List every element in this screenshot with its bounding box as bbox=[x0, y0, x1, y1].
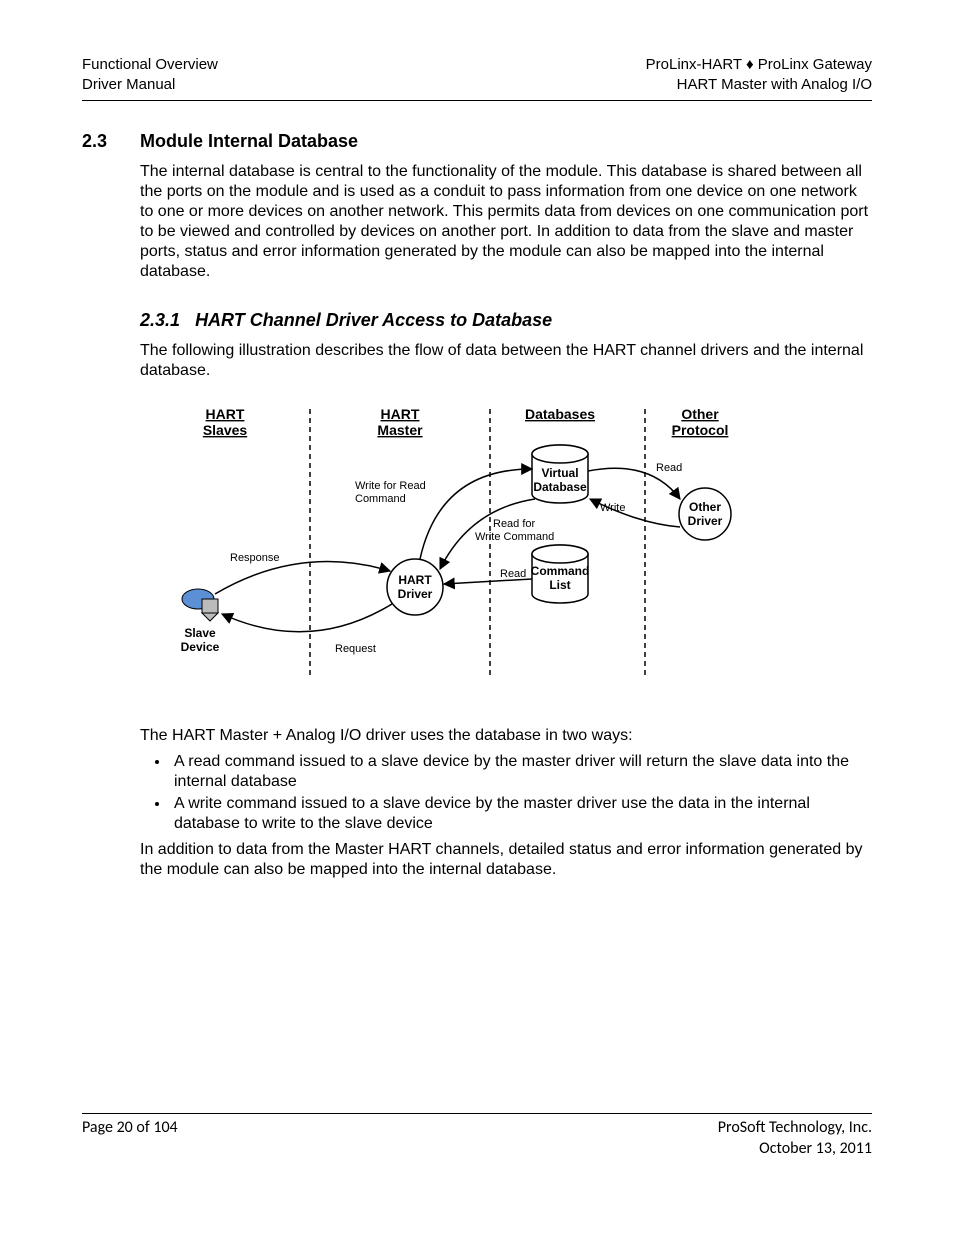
header-left-bottom: Driver Manual bbox=[82, 75, 218, 95]
label-write-for-read-bot: Command bbox=[355, 493, 406, 505]
svg-text:Driver: Driver bbox=[398, 587, 433, 601]
header-right-bottom: HART Master with Analog I/O bbox=[646, 75, 872, 95]
svg-text:HART: HART bbox=[398, 573, 432, 587]
virtual-database-cylinder: Virtual Database bbox=[532, 445, 588, 503]
label-read-for-write-top: Read for bbox=[493, 518, 536, 530]
bullet-1: A read command issued to a slave device … bbox=[170, 752, 872, 792]
label-write-for-read-top: Write for Read bbox=[355, 480, 426, 492]
footer-page-number: Page 20 of 104 bbox=[82, 1118, 178, 1160]
hart-driver-node: HART Driver bbox=[387, 559, 443, 615]
header-right-top: ProLinx-HART ♦ ProLinx Gateway bbox=[646, 55, 872, 75]
page-header: Functional Overview Driver Manual ProLin… bbox=[82, 55, 872, 96]
col-hart-master-bot: Master bbox=[377, 422, 423, 438]
footer-company: ProSoft Technology, Inc. bbox=[718, 1118, 872, 1139]
svg-text:Virtual: Virtual bbox=[541, 466, 578, 480]
after-diagram-para1: The HART Master + Analog I/O driver uses… bbox=[140, 726, 872, 746]
svg-text:Database: Database bbox=[533, 480, 587, 494]
command-list-cylinder: Command List bbox=[531, 545, 590, 603]
label-read-for-write-bot: Write Command bbox=[475, 531, 554, 543]
flow-diagram: HART Slaves HART Master Databases Other … bbox=[140, 399, 872, 694]
header-rule bbox=[82, 100, 872, 101]
section-number: 2.3 bbox=[82, 131, 140, 152]
label-request: Request bbox=[335, 643, 376, 655]
svg-text:List: List bbox=[549, 578, 570, 592]
label-response: Response bbox=[230, 552, 280, 564]
subsection-title: HART Channel Driver Access to Database bbox=[195, 310, 552, 330]
slave-device-icon: Slave Device bbox=[181, 589, 220, 654]
subsection-number: 2.3.1 bbox=[140, 310, 180, 330]
other-driver-node: Other Driver bbox=[679, 488, 731, 540]
col-hart-master-top: HART bbox=[381, 406, 420, 422]
section-paragraph: The internal database is central to the … bbox=[140, 162, 872, 282]
col-other-protocol-top: Other bbox=[681, 406, 719, 422]
col-hart-slaves-bot: Slaves bbox=[203, 422, 248, 438]
bullet-list: A read command issued to a slave device … bbox=[140, 752, 872, 834]
section-title: Module Internal Database bbox=[140, 131, 358, 152]
label-read-to-other: Read bbox=[656, 462, 682, 474]
col-other-protocol-bot: Protocol bbox=[672, 422, 729, 438]
svg-text:Command: Command bbox=[531, 564, 590, 578]
svg-text:Other: Other bbox=[689, 500, 721, 514]
subsection-paragraph: The following illustration describes the… bbox=[140, 341, 872, 381]
col-databases: Databases bbox=[525, 406, 595, 422]
footer-date: October 13, 2011 bbox=[718, 1139, 872, 1160]
svg-text:Device: Device bbox=[181, 640, 220, 654]
col-hart-slaves-top: HART bbox=[206, 406, 245, 422]
label-read-command-list: Read bbox=[500, 568, 526, 580]
subsection-heading: 2.3.1 HART Channel Driver Access to Data… bbox=[140, 310, 872, 331]
page-footer: Page 20 of 104 ProSoft Technology, Inc. … bbox=[82, 1113, 872, 1160]
svg-text:Driver: Driver bbox=[688, 514, 723, 528]
svg-text:Slave: Slave bbox=[184, 626, 216, 640]
after-diagram-para2: In addition to data from the Master HART… bbox=[140, 840, 872, 880]
bullet-2: A write command issued to a slave device… bbox=[170, 794, 872, 834]
label-write-from-other: Write bbox=[600, 502, 625, 514]
header-left-top: Functional Overview bbox=[82, 55, 218, 75]
